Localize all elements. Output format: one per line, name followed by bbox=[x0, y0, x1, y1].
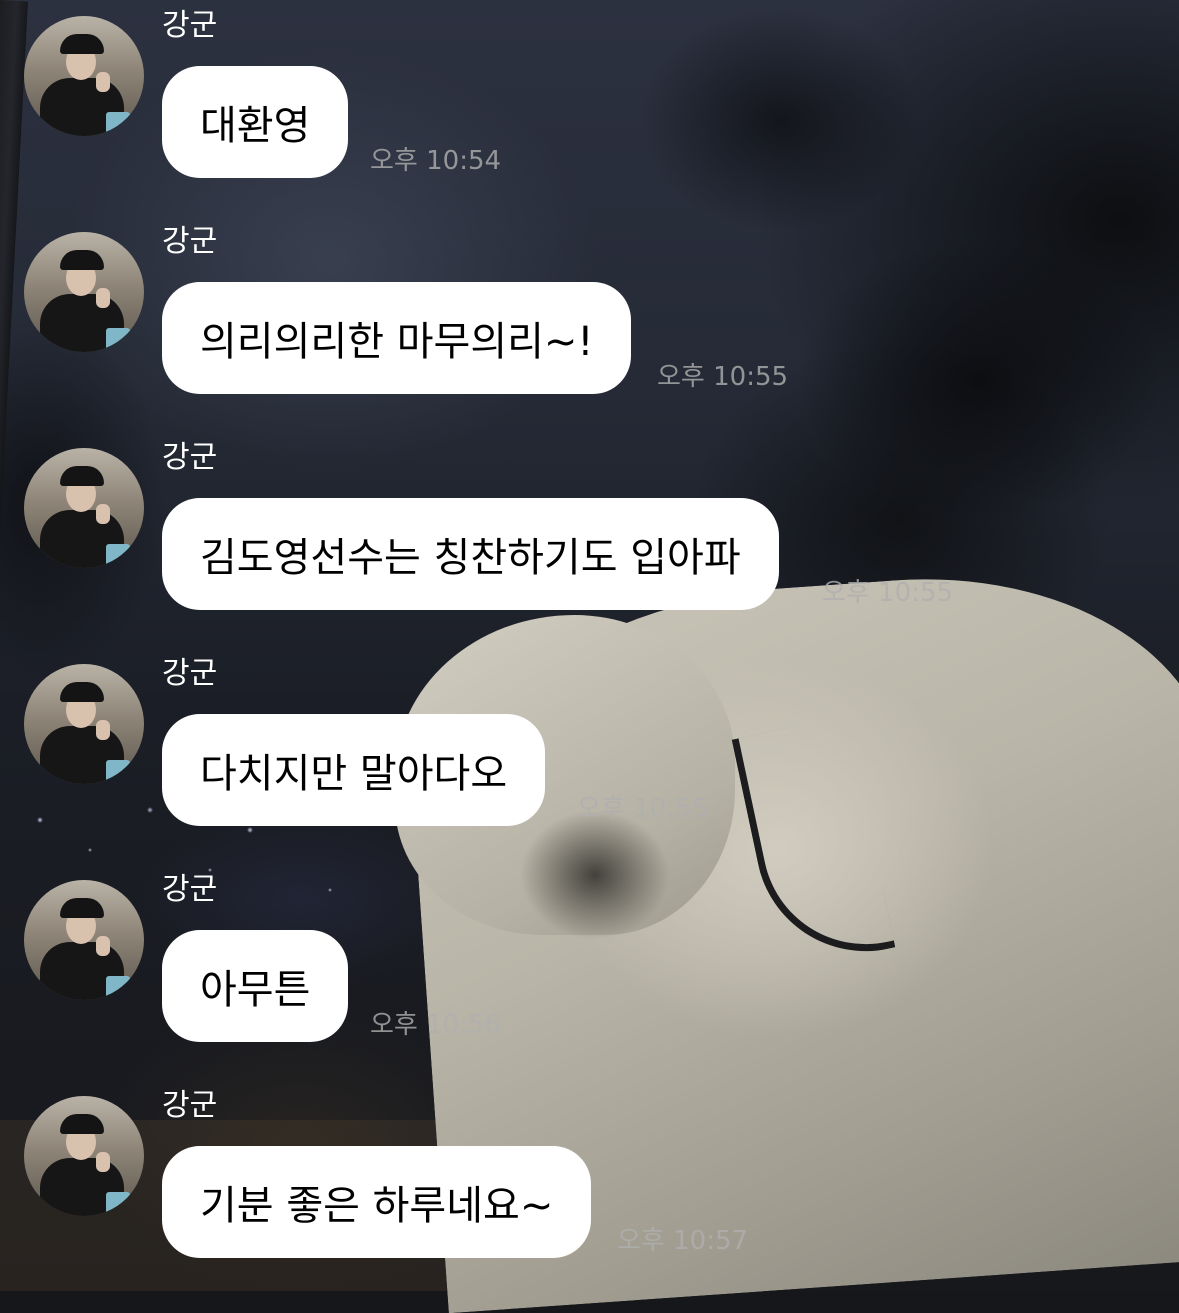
message-bubble[interactable]: 대환영 bbox=[162, 66, 349, 178]
message-timestamp: 오후 10:57 bbox=[617, 1226, 749, 1256]
chat-message: 강군 다치지만 말아다오 오후 10:55 bbox=[0, 648, 1179, 848]
sender-avatar[interactable] bbox=[24, 664, 144, 784]
message-timestamp: 오후 10:55 bbox=[822, 578, 954, 608]
sender-name: 강군 bbox=[162, 440, 218, 475]
message-bubble[interactable]: 의리의리한 마무의리~! bbox=[162, 282, 632, 394]
message-timestamp: 오후 10:55 bbox=[577, 794, 709, 824]
message-timestamp: 오후 10:54 bbox=[370, 146, 502, 176]
sender-name: 강군 bbox=[162, 656, 218, 691]
sender-name: 강군 bbox=[162, 224, 218, 259]
message-timestamp: 오후 10:56 bbox=[370, 1010, 502, 1040]
chat-message: 강군 김도영선수는 칭찬하기도 입아파 오후 10:55 bbox=[0, 432, 1179, 632]
message-timestamp: 오후 10:55 bbox=[657, 362, 789, 392]
sender-avatar[interactable] bbox=[24, 448, 144, 568]
sender-avatar[interactable] bbox=[24, 232, 144, 352]
chat-message: 강군 기분 좋은 하루네요~ 오후 10:57 bbox=[0, 1080, 1179, 1280]
message-bubble[interactable]: 아무튼 bbox=[162, 930, 349, 1042]
message-bubble[interactable]: 김도영선수는 칭찬하기도 입아파 bbox=[162, 498, 779, 610]
sender-name: 강군 bbox=[162, 872, 218, 907]
sender-avatar[interactable] bbox=[24, 1096, 144, 1216]
sender-avatar[interactable] bbox=[24, 16, 144, 136]
chat-message: 강군 대환영 오후 10:54 bbox=[0, 0, 1179, 200]
chat-message: 강군 아무튼 오후 10:56 bbox=[0, 864, 1179, 1064]
message-bubble[interactable]: 기분 좋은 하루네요~ bbox=[162, 1146, 592, 1258]
sender-name: 강군 bbox=[162, 1088, 218, 1123]
sender-avatar[interactable] bbox=[24, 880, 144, 1000]
chat-message-list: 강군 대환영 오후 10:54 강군 의리의리한 마무의리~! 오후 10:55… bbox=[0, 0, 1179, 1291]
chat-message: 강군 의리의리한 마무의리~! 오후 10:55 bbox=[0, 216, 1179, 416]
sender-name: 강군 bbox=[162, 8, 218, 43]
message-bubble[interactable]: 다치지만 말아다오 bbox=[162, 714, 546, 826]
